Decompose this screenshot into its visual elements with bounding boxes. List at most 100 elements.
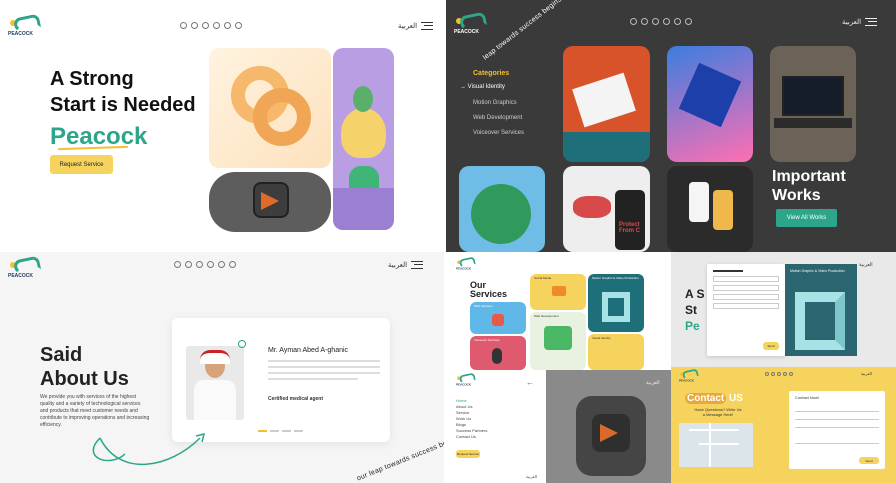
back-arrow-icon[interactable]: ← — [526, 378, 534, 387]
view-all-works-button[interactable]: View All Works — [776, 209, 837, 227]
service-card-3[interactable]: Web Services — [470, 302, 526, 334]
contact-phone-field[interactable] — [795, 422, 879, 428]
contact-email-field[interactable] — [795, 414, 879, 420]
whatsapp-icon[interactable] — [180, 22, 187, 29]
menu-item-contact[interactable]: Contact Us — [456, 434, 487, 440]
whatsapp-icon[interactable] — [630, 18, 637, 25]
form-panel: العربية A S St Pe Send Motion Graphic & Vi… — [671, 252, 896, 367]
telegram-icon[interactable] — [652, 18, 659, 25]
contact-message-field[interactable] — [795, 430, 879, 444]
logo[interactable]: PEACOCK — [8, 255, 44, 280]
social-links — [174, 261, 236, 268]
x-icon[interactable] — [641, 18, 648, 25]
services-title-line2: Services — [470, 289, 508, 299]
services-panel: PEACOCK Our Services Social Media Motion… — [446, 252, 671, 370]
tagline-curve: our leap towards success be — [356, 439, 444, 483]
telegram-icon[interactable] — [202, 22, 209, 29]
dribbble-icon[interactable] — [685, 18, 692, 25]
dribbble-icon[interactable] — [235, 22, 242, 29]
menu-toggle[interactable]: العربية — [859, 262, 873, 268]
testimonial-pager[interactable] — [258, 430, 303, 432]
behance-icon[interactable] — [789, 372, 793, 376]
telegram-icon[interactable] — [777, 372, 781, 376]
about-title-line1: Said — [40, 344, 83, 366]
instagram-icon[interactable] — [663, 18, 670, 25]
menu-request-button[interactable]: Request Service — [456, 450, 480, 458]
menu-toggle[interactable]: العربية — [388, 261, 424, 269]
dribbble-icon[interactable] — [229, 261, 236, 268]
instagram-icon[interactable] — [783, 372, 787, 376]
work-card-book[interactable] — [563, 46, 650, 162]
logo[interactable]: PEACOCK — [454, 11, 490, 36]
service-card-label: Motion Graphic & Video Production — [592, 276, 639, 280]
contact-title-b: US — [729, 393, 743, 404]
x-icon[interactable] — [771, 372, 775, 376]
service-card-5[interactable]: Voiceover Services — [470, 336, 526, 370]
contact-map[interactable] — [679, 423, 753, 467]
category-label: Visual Identity — [467, 84, 505, 90]
work-card-globe[interactable] — [459, 166, 545, 252]
mobile-menu-panel: PEACOCK ← Home About Us Service Work Us … — [446, 370, 671, 483]
hamburger-icon[interactable] — [411, 261, 424, 269]
service-card-label: Social Media — [534, 276, 552, 280]
contact-panel: PEACOCK العربية Contact US Have Question… — [671, 367, 896, 483]
service-card-4[interactable]: Web Development — [530, 312, 586, 370]
service-card-1[interactable]: Social Media — [530, 274, 586, 310]
whatsapp-icon[interactable] — [765, 372, 769, 376]
heart-icon — [238, 340, 246, 348]
logo[interactable]: PEACOCK — [456, 256, 478, 271]
behance-icon[interactable] — [224, 22, 231, 29]
language-link[interactable]: العربية — [398, 22, 417, 30]
logo-text: PEACOCK — [8, 31, 34, 37]
language-link[interactable]: العربية — [859, 262, 873, 268]
swoosh-arrow — [92, 432, 206, 465]
instagram-icon[interactable] — [207, 261, 214, 268]
behance-icon[interactable] — [674, 18, 681, 25]
category-item[interactable]: Motion Graphics — [473, 100, 517, 106]
service-card-6[interactable]: Visual Identity — [588, 334, 644, 370]
categories-title: Categories — [473, 70, 510, 77]
work-card-laptop[interactable] — [770, 46, 856, 162]
behance-icon[interactable] — [218, 261, 225, 268]
menu-toggle[interactable]: العربية — [842, 18, 878, 26]
menu-toggle[interactable]: العربية — [398, 22, 434, 30]
menu-backdrop: العربية — [546, 370, 671, 483]
hamburger-icon[interactable] — [421, 22, 434, 30]
menu-toggle[interactable]: العربية — [861, 371, 872, 376]
language-link[interactable]: العربية — [861, 371, 872, 376]
telegram-icon[interactable] — [196, 261, 203, 268]
whatsapp-icon[interactable] — [174, 261, 181, 268]
language-link[interactable]: العربية — [842, 18, 861, 26]
category-item[interactable]: Voiceover Services — [473, 130, 524, 136]
service-card-label: Web Development — [534, 314, 559, 318]
work-card-crystal[interactable] — [667, 46, 753, 162]
logo[interactable]: PEACOCK — [679, 368, 701, 383]
work-card-phones[interactable] — [667, 166, 753, 252]
logo[interactable]: PEACOCK — [456, 372, 478, 387]
logo-text: PEACOCK — [456, 267, 472, 271]
request-service-button[interactable]: Request Service — [50, 155, 113, 174]
x-icon[interactable] — [185, 261, 192, 268]
hero-app-icon-image — [209, 172, 331, 232]
form-send-button[interactable]: Send — [763, 342, 779, 350]
contact-form-title: Contact Now! — [795, 395, 820, 400]
logo[interactable]: PEACOCK — [8, 13, 44, 38]
language-link[interactable]: العربية — [388, 261, 407, 269]
logo-text: PEACOCK — [8, 273, 34, 279]
menu-lang[interactable]: العربية — [526, 474, 537, 479]
category-item[interactable]: Web Development — [473, 115, 522, 121]
hamburger-icon[interactable] — [865, 18, 878, 26]
works-panel: PEACOCK leap towards success begins with… — [446, 0, 896, 252]
service-card-2[interactable]: Motion Graphic & Video Production — [588, 274, 644, 332]
service-card-label: Web Services — [474, 304, 493, 308]
hero-panel: PEACOCK العربية A Strong Start is Needed… — [0, 0, 444, 240]
testimonial-photo — [186, 346, 244, 420]
contact-send-button[interactable]: Send — [859, 457, 879, 464]
x-icon[interactable] — [191, 22, 198, 29]
contact-name-field[interactable] — [795, 406, 879, 412]
work-card-map[interactable]: Protect From C — [563, 166, 650, 252]
social-links — [180, 22, 242, 29]
contact-title-a: Contact — [685, 393, 727, 404]
category-item-active[interactable]: → Visual Identity — [460, 84, 505, 90]
instagram-icon[interactable] — [213, 22, 220, 29]
